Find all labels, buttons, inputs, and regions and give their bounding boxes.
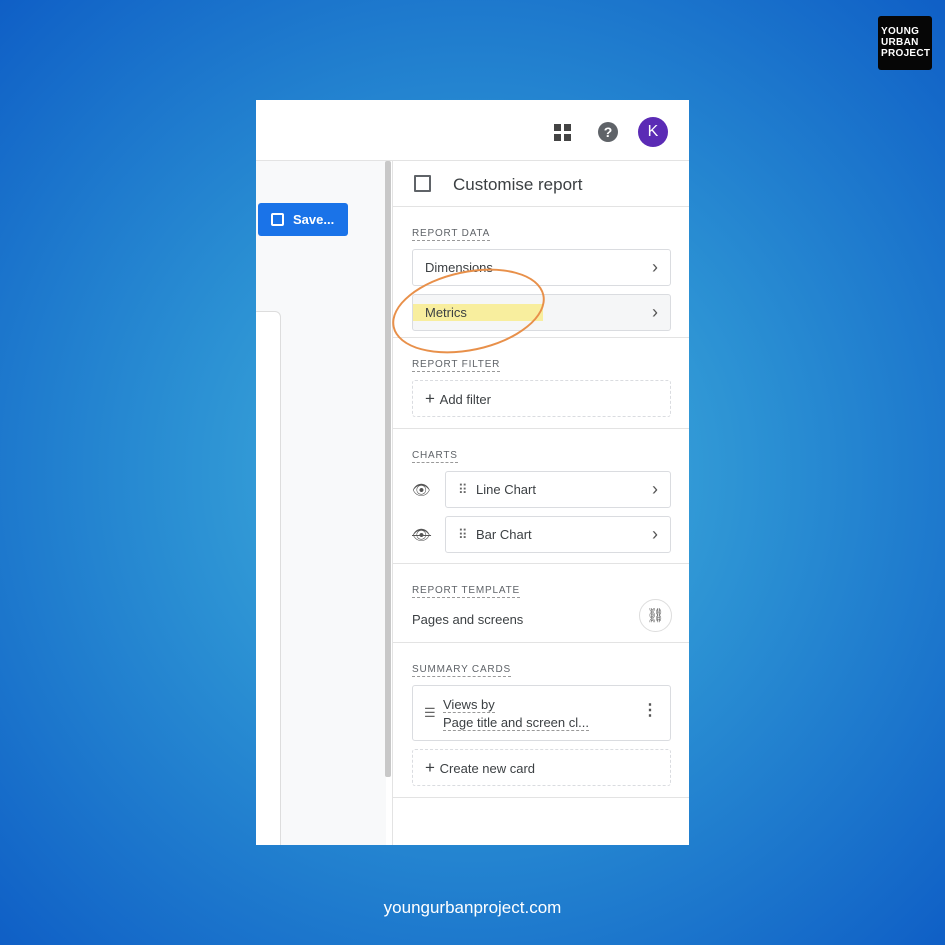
drag-handle-icon[interactable]: ⠿ [458, 517, 467, 552]
plus-icon: + [425, 758, 440, 777]
eye-icon[interactable]: 👁 [412, 481, 445, 499]
footer-url: youngurbanproject.com [383, 898, 562, 917]
logo-line: URBAN [881, 37, 919, 48]
avatar[interactable]: K [638, 117, 668, 147]
card-icon: ☰ [424, 705, 436, 720]
edit-chart-icon [414, 175, 431, 192]
item-label: Bar Chart [476, 527, 532, 542]
chevron-right-icon: › [652, 302, 658, 322]
save-button[interactable]: Save... [258, 203, 348, 236]
card-subtitle: Page title and screen cl... [443, 715, 589, 731]
report-preview [256, 311, 281, 845]
section-label: REPORT FILTER [412, 359, 501, 372]
section-label: CHARTS [412, 450, 458, 463]
metrics-item[interactable]: Metrics › [384, 255, 671, 367]
chevron-right-icon: › [652, 524, 658, 544]
save-icon [271, 213, 284, 226]
logo-line: PROJECT [881, 48, 931, 59]
card-title: Views by [443, 697, 495, 713]
add-filter-label: Add filter [439, 392, 491, 407]
eye-off-icon[interactable]: 👁 [412, 526, 445, 544]
section-label: SUMMARY CARDS [412, 664, 511, 677]
panel-title: Customise report [453, 175, 583, 194]
brand-logo: YOUNG URBAN PROJECT [878, 16, 932, 70]
unlink-icon[interactable]: ⛓ [639, 599, 672, 632]
add-filter-button[interactable]: + Add filter [412, 380, 671, 417]
customise-report-panel: Customise report REPORT DATA Dimensions ›… [384, 161, 689, 845]
template-name: Pages and screens [412, 612, 524, 627]
more-vert-icon[interactable]: ⋮ [642, 702, 658, 720]
create-card-button[interactable]: + Create new card [412, 749, 671, 786]
chart-item-bar[interactable]: ⠿ Bar Chart › [445, 516, 671, 553]
chevron-right-icon: › [652, 479, 658, 499]
save-label: Save... [293, 212, 335, 227]
summary-card[interactable]: ☰ Views by Page title and screen cl... ⋮ [412, 685, 671, 741]
analytics-window: ? K Save... Customise report REPORT DATA… [256, 100, 689, 845]
section-label: REPORT DATA [412, 228, 491, 241]
chart-item-line[interactable]: ⠿ Line Chart › [445, 471, 671, 508]
logo-line: YOUNG [881, 26, 920, 37]
plus-icon: + [425, 389, 440, 408]
top-bar: ? K [256, 100, 689, 161]
report-canvas: Save... [256, 161, 386, 845]
chevron-right-icon: › [652, 257, 658, 277]
create-card-label: Create new card [439, 761, 536, 776]
drag-handle-icon[interactable]: ⠿ [458, 472, 467, 507]
apps-grid-icon[interactable] [554, 124, 571, 141]
item-label: Line Chart [476, 482, 536, 497]
section-label: REPORT TEMPLATE [412, 585, 520, 598]
scrollbar[interactable] [385, 161, 391, 777]
help-icon[interactable]: ? [598, 122, 618, 142]
